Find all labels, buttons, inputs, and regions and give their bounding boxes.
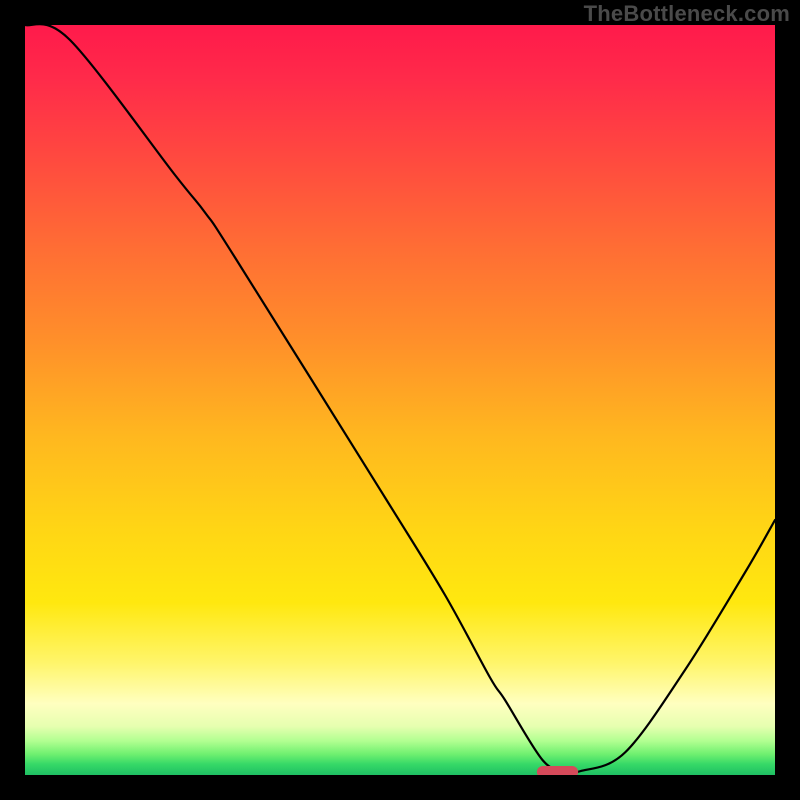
- optimal-marker: [537, 766, 578, 775]
- watermark-text: TheBottleneck.com: [584, 1, 790, 27]
- plot-area: [25, 25, 775, 775]
- gradient-background: [25, 25, 775, 775]
- chart-frame: TheBottleneck.com: [0, 0, 800, 800]
- chart-svg: [25, 25, 775, 775]
